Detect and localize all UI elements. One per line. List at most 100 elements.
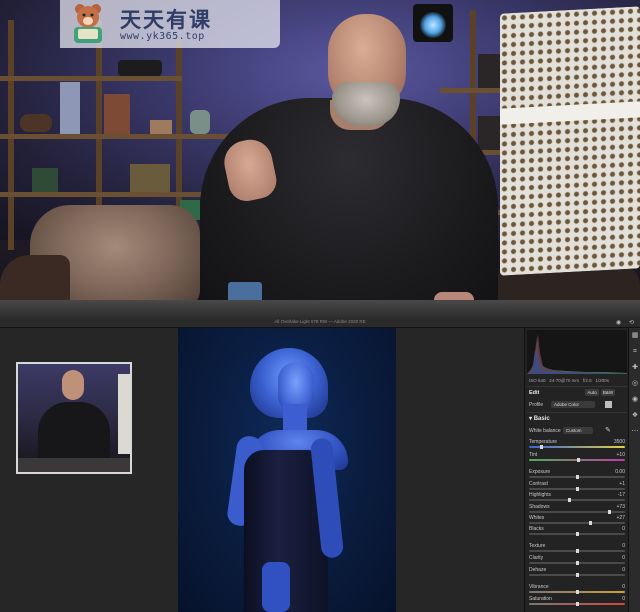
slider-value[interactable]: 0 [622, 543, 625, 549]
slider-track[interactable] [529, 573, 625, 577]
slider-track[interactable] [529, 521, 625, 525]
photo-subject-leg [262, 562, 290, 612]
slider-value[interactable]: 0.00 [615, 469, 625, 475]
auto-button[interactable]: Auto [585, 389, 599, 396]
slider-track[interactable] [529, 561, 625, 565]
slider-handle[interactable] [576, 475, 579, 479]
presenter-beard [332, 82, 400, 126]
mask-icon[interactable]: ◎ [631, 380, 639, 388]
slider-handle[interactable] [608, 510, 611, 514]
slider-track[interactable] [529, 487, 625, 491]
profile-browser-icon[interactable] [605, 401, 612, 408]
thumbnail-desk [18, 458, 130, 472]
slider-handle[interactable] [576, 561, 579, 565]
slider-label: Texture [529, 543, 546, 549]
thumbnail-tower [118, 374, 130, 454]
slider-handle[interactable] [589, 521, 592, 525]
window-titlebar: All Overlake Light 078 RW — Adobe 2020 R… [0, 318, 640, 328]
slider-label: Shadows [529, 504, 550, 510]
slider-track[interactable] [529, 458, 625, 462]
slider-value[interactable]: 0 [622, 584, 625, 590]
basic-section-header[interactable]: ▾ Basic [529, 415, 625, 422]
edit-panel: ISO 640 24-70@70 mm f/2.8 1/200s Edit Au… [524, 328, 628, 612]
slider-value[interactable]: +10 [617, 452, 625, 458]
exif-info: ISO 640 24-70@70 mm f/2.8 1/200s [529, 378, 627, 383]
slider-value[interactable]: 0 [622, 596, 625, 602]
slider-track[interactable] [529, 475, 625, 479]
photo-editor-window: All Overlake Light 078 RW — Adobe 2020 R… [0, 318, 640, 612]
tool-strip: ▦ ⌗ ✚ ◎ ◉ ❖ ⋯ [628, 328, 640, 612]
divider [527, 412, 627, 413]
slider-label: Tint [529, 452, 538, 458]
slider-track[interactable] [529, 590, 625, 594]
filmstrip-thumbnail[interactable] [16, 362, 132, 474]
slider-track[interactable] [529, 549, 625, 553]
ornament [150, 120, 172, 134]
slider-handle[interactable] [576, 573, 579, 577]
white-balance-label: White balance [529, 428, 561, 434]
titlebar-icons: ◉ ⟲ [616, 319, 634, 326]
bowl [20, 114, 52, 132]
watermark-title: 天天有课 [120, 8, 212, 32]
slider-value[interactable]: -17 [618, 492, 625, 498]
shelf [0, 134, 240, 139]
screenshot-root: 天天有课 www.yk365.top All Overlake Light 07… [0, 0, 640, 612]
crop-icon[interactable]: ⌗ [631, 348, 639, 356]
slider-handle[interactable] [568, 498, 571, 502]
healing-icon[interactable]: ✚ [631, 364, 639, 372]
thumbnail-head [62, 370, 84, 400]
eye-icon[interactable]: ◉ [616, 320, 621, 326]
trophy [60, 82, 80, 134]
slider-track[interactable] [529, 498, 625, 502]
slider-track[interactable] [529, 532, 625, 536]
slider-track[interactable] [529, 445, 625, 449]
eyedropper-icon[interactable]: ✎ [605, 427, 611, 434]
white-balance-select[interactable]: Custom [563, 427, 593, 434]
slider-handle[interactable] [576, 532, 579, 536]
redeye-icon[interactable]: ◉ [631, 396, 639, 404]
slider-value[interactable]: +27 [617, 515, 625, 521]
slider-value[interactable]: +73 [617, 504, 625, 510]
filmstrip-panel [0, 328, 178, 612]
plant [32, 168, 58, 192]
camera [118, 60, 162, 76]
slider-handle[interactable] [577, 458, 580, 462]
slider-handle[interactable] [576, 590, 579, 594]
slider-handle[interactable] [576, 487, 579, 491]
exif-lens: 24-70@70 mm [549, 378, 580, 383]
slider-handle[interactable] [540, 445, 543, 449]
slider-value[interactable]: 0 [622, 526, 625, 532]
slider-label: Clarity [529, 555, 544, 561]
profile-label: Profile [529, 402, 544, 408]
slider-row-temperature: Temperature 3500 [529, 439, 625, 445]
profile-select[interactable]: Adobe Color [551, 401, 595, 408]
exif-aperture: f/2.8 [582, 378, 592, 383]
watermark-url: www.yk365.top [120, 31, 205, 42]
slider-value[interactable]: 3500 [614, 439, 625, 445]
thumbnail-person [38, 402, 110, 464]
exif-iso: ISO 640 [529, 378, 546, 383]
presenter-video: 天天有课 www.yk365.top [0, 0, 640, 318]
slider-value[interactable]: 0 [622, 555, 625, 561]
slider-track[interactable] [529, 602, 625, 606]
slider-label: Exposure [529, 469, 551, 475]
slider-handle[interactable] [576, 549, 579, 553]
divider [527, 386, 627, 387]
basic-section-label: Basic [533, 416, 550, 422]
histogram-toggle-icon[interactable]: ▦ [631, 332, 639, 340]
more-icon[interactable]: ⋯ [631, 428, 639, 436]
settings-icon[interactable]: ⟲ [629, 320, 634, 326]
slider-value[interactable]: +1 [619, 481, 625, 487]
slider-track[interactable] [529, 510, 625, 514]
shelf [440, 88, 500, 93]
slider-label: Blacks [529, 526, 544, 532]
slider-handle[interactable] [576, 602, 579, 606]
bw-button[interactable]: B&W [601, 389, 615, 396]
window-title: All Overlake Light 078 RW — Adobe 2020 R… [274, 319, 366, 324]
presets-icon[interactable]: ❖ [631, 412, 639, 420]
slider-value[interactable]: 0 [622, 567, 625, 573]
figurine [190, 110, 210, 134]
slider-label: Highlights [529, 492, 551, 498]
canvas-margin [396, 328, 524, 612]
shelf [0, 76, 182, 81]
